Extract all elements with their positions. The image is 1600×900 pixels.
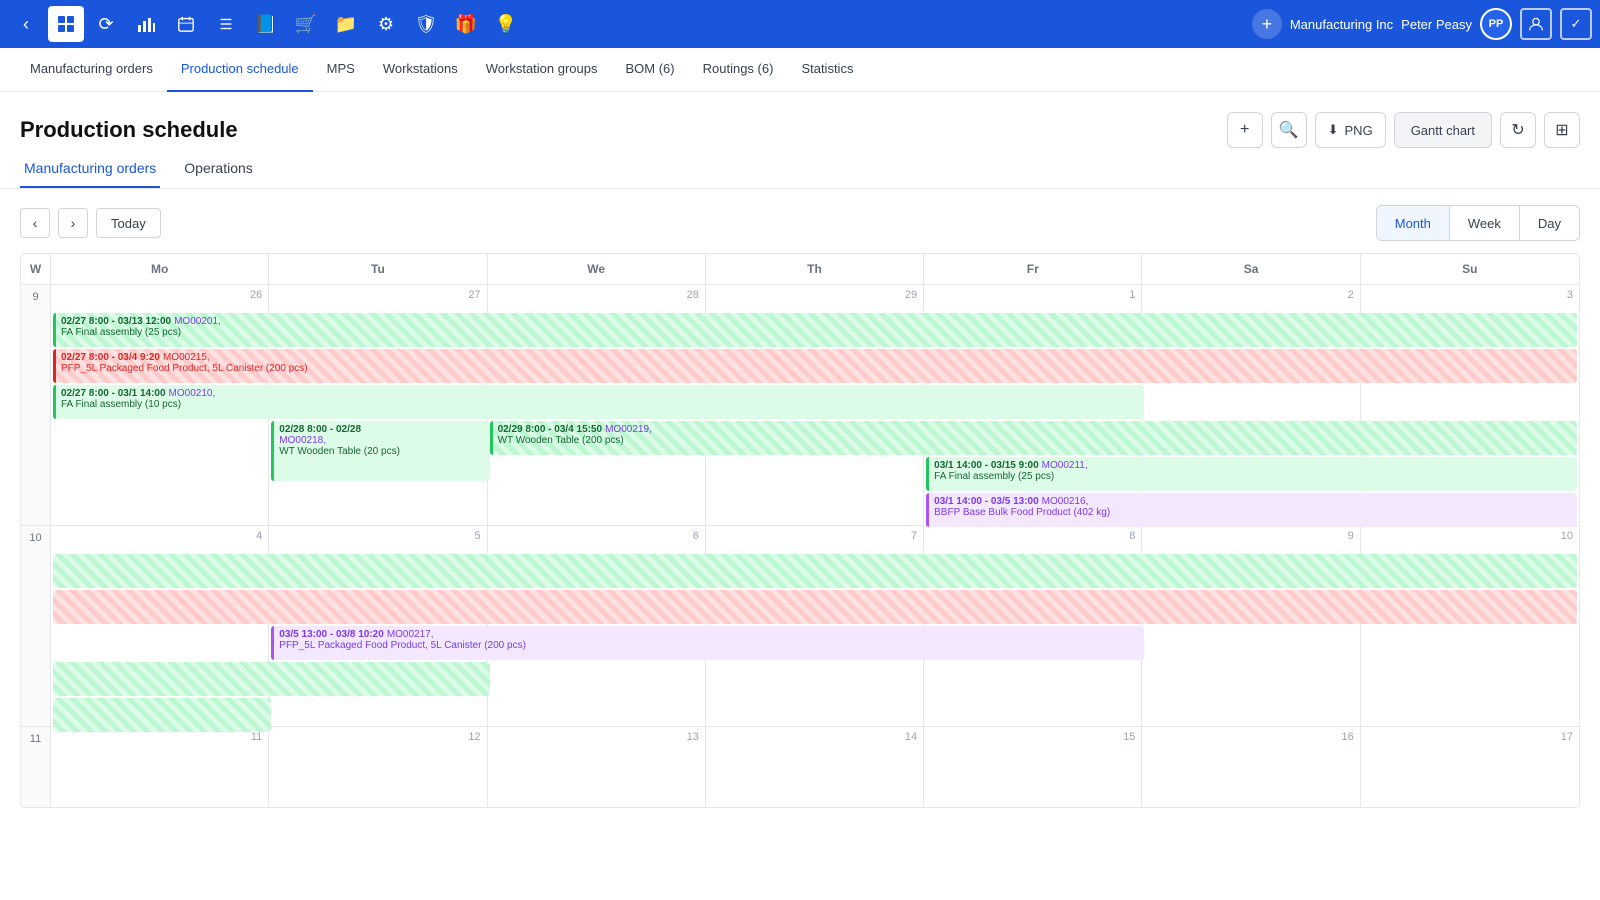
bulb-icon[interactable]: 💡: [488, 6, 524, 42]
page-title: Production schedule: [20, 117, 1227, 143]
gift-icon[interactable]: 🎁: [448, 6, 484, 42]
thu-header: Th: [706, 254, 924, 284]
week11-day-fri: 15: [924, 727, 1142, 807]
nav-routings[interactable]: Routings (6): [689, 48, 788, 92]
checkmark-icon[interactable]: ✓: [1560, 8, 1592, 40]
company-name: Manufacturing Inc: [1290, 17, 1393, 32]
week10-day-mon: 4: [51, 526, 269, 726]
nav-production-schedule[interactable]: Production schedule: [167, 48, 313, 92]
user-name: Peter Peasy: [1401, 17, 1472, 32]
add-button[interactable]: +: [1252, 9, 1282, 39]
nav-statistics[interactable]: Statistics: [787, 48, 867, 92]
account-icon[interactable]: [1520, 8, 1552, 40]
week9-day-wed: 28: [488, 285, 706, 525]
tabs: Manufacturing orders Operations: [0, 160, 1600, 189]
week10-day-fri: 8: [924, 526, 1142, 726]
mon-header: Mo: [51, 254, 269, 284]
today-button[interactable]: Today: [96, 208, 161, 238]
list-icon[interactable]: [208, 6, 244, 42]
week10-day-sun: 10: [1361, 526, 1579, 726]
gear-icon[interactable]: ⚙: [368, 6, 404, 42]
week10-day-thu: 7: [706, 526, 924, 726]
calendar-controls: ‹ › Today Month Week Day: [0, 189, 1600, 241]
shield-icon[interactable]: 🛡: [408, 6, 444, 42]
refresh-button[interactable]: ↻: [1500, 112, 1536, 148]
user-avatar[interactable]: PP: [1480, 8, 1512, 40]
nav-mps[interactable]: MPS: [313, 48, 369, 92]
week9-day-thu: 29: [706, 285, 924, 525]
nav-manufacturing-orders[interactable]: Manufacturing orders: [16, 48, 167, 92]
nav-bom[interactable]: BOM (6): [612, 48, 689, 92]
sat-header: Sa: [1142, 254, 1360, 284]
calendar: W Mo Tu We Th Fr Sa Su 9 26 27 28 29 1 2…: [20, 253, 1580, 808]
week-11-num: 11: [21, 727, 51, 807]
secondary-nav: Manufacturing orders Production schedule…: [0, 48, 1600, 92]
month-view-button[interactable]: Month: [1377, 206, 1450, 240]
calendar-icon[interactable]: [168, 6, 204, 42]
day-26: 26: [51, 285, 268, 305]
wed-header: We: [488, 254, 706, 284]
tue-header: Tu: [269, 254, 487, 284]
week9-day-fri: 1: [924, 285, 1142, 525]
page-header: Production schedule + 🔍 ⬇ PNG Gantt char…: [0, 92, 1600, 160]
nav-workstation-groups[interactable]: Workstation groups: [472, 48, 612, 92]
view-switcher: Month Week Day: [1376, 205, 1580, 241]
folder-icon[interactable]: 📁: [328, 6, 364, 42]
top-bar: ‹ ⟳ 📘 🛒 📁 ⚙ 🛡 🎁 💡 + Manufacturing Inc Pe…: [0, 0, 1600, 48]
top-bar-right: + Manufacturing Inc Peter Peasy PP ✓: [1252, 8, 1592, 40]
nav-workstations[interactable]: Workstations: [369, 48, 472, 92]
day-28: 28: [488, 285, 705, 305]
tab-manufacturing-orders[interactable]: Manufacturing orders: [20, 160, 160, 188]
day-2: 2: [1142, 285, 1359, 305]
prev-button[interactable]: ‹: [20, 208, 50, 238]
week10-day-sat: 9: [1142, 526, 1360, 726]
next-button[interactable]: ›: [58, 208, 88, 238]
calendar-header: W Mo Tu We Th Fr Sa Su: [21, 254, 1579, 285]
week11-day-mon: 11: [51, 727, 269, 807]
add-record-button[interactable]: +: [1227, 112, 1263, 148]
day-3: 3: [1361, 285, 1579, 305]
week10-day-tue: 5: [269, 526, 487, 726]
gantt-chart-button[interactable]: Gantt chart: [1394, 112, 1492, 148]
week11-day-tue: 12: [269, 727, 487, 807]
day-1: 1: [924, 285, 1141, 305]
day-27: 27: [269, 285, 486, 305]
week11-day-sun: 17: [1361, 727, 1579, 807]
sun-header: Su: [1361, 254, 1579, 284]
book-icon[interactable]: 📘: [248, 6, 284, 42]
fri-header: Fr: [924, 254, 1142, 284]
week11-day-sat: 16: [1142, 727, 1360, 807]
week-10-row: 10 4 5 6 7 8 9 10: [21, 526, 1579, 727]
week9-day-tue: 27: [269, 285, 487, 525]
week9-day-sat: 2: [1142, 285, 1360, 525]
spinner-icon[interactable]: ⟳: [88, 6, 124, 42]
export-png-button[interactable]: ⬇ PNG: [1315, 112, 1386, 148]
chart-icon[interactable]: [128, 6, 164, 42]
day-view-button[interactable]: Day: [1520, 206, 1579, 240]
week-view-button[interactable]: Week: [1450, 206, 1520, 240]
week-11-row: 11 11 12 13 14 15 16 17: [21, 727, 1579, 807]
week9-day-mon: 26: [51, 285, 269, 525]
app-icon[interactable]: [48, 6, 84, 42]
week-9-num: 9: [21, 285, 51, 525]
back-icon[interactable]: ‹: [8, 6, 44, 42]
week9-day-sun: 3: [1361, 285, 1579, 525]
week11-day-thu: 14: [706, 727, 924, 807]
download-icon: ⬇: [1328, 122, 1339, 138]
header-actions: + 🔍 ⬇ PNG Gantt chart ↻ ⊞: [1227, 112, 1580, 148]
bag-icon[interactable]: 🛒: [288, 6, 324, 42]
week-col-header: W: [21, 254, 51, 284]
search-button[interactable]: 🔍: [1271, 112, 1307, 148]
day-29: 29: [706, 285, 923, 305]
week10-day-wed: 6: [488, 526, 706, 726]
tab-operations[interactable]: Operations: [180, 160, 256, 188]
grid-view-button[interactable]: ⊞: [1544, 112, 1580, 148]
week11-day-wed: 13: [488, 727, 706, 807]
week-9-row: 9 26 27 28 29 1 2 3 02/27: [21, 285, 1579, 526]
week-10-num: 10: [21, 526, 51, 726]
